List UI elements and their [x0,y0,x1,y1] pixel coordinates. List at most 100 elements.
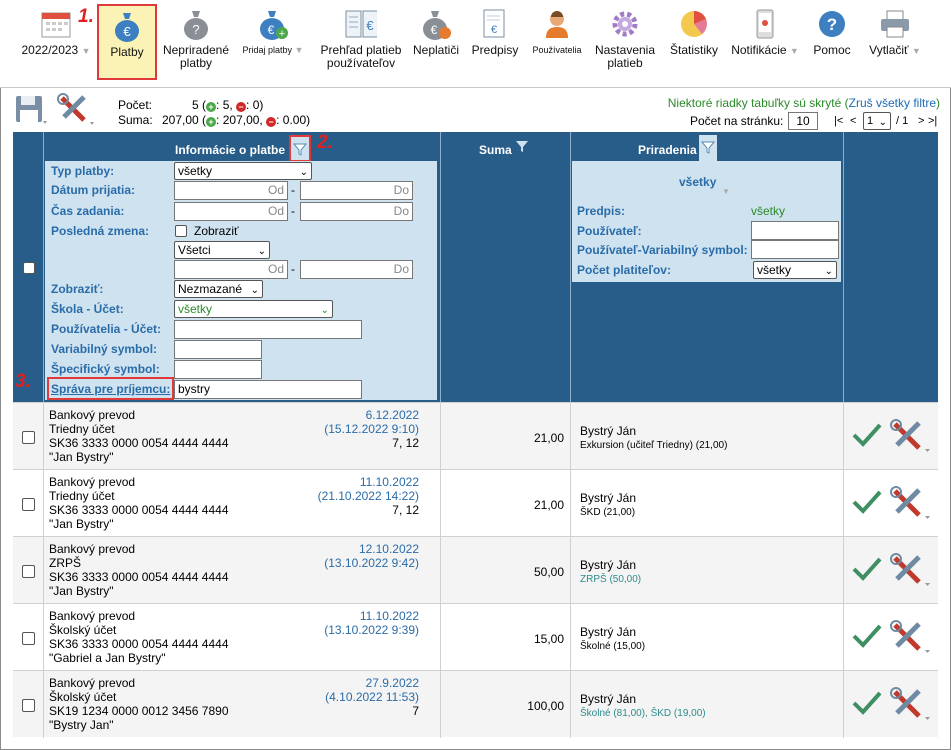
range-separator: - [291,262,295,276]
payment-entered: (13.10.2022 9:39) [324,623,419,637]
chevron-down-icon: ⌄ [299,167,308,178]
info-filter-toggle[interactable] [289,135,311,162]
checkmark-icon[interactable] [851,555,883,583]
show-last-change-checkbox[interactable] [175,225,187,237]
per-page-input[interactable]: 10 [788,112,818,130]
pie-chart-icon [678,8,710,40]
toolbar-nepriradene[interactable]: ? Nepriradené platby [160,8,232,70]
select-all-checkbox[interactable] [23,262,35,274]
checkmark-icon[interactable] [851,622,883,650]
row-checkbox[interactable] [22,699,35,712]
svg-text:€: € [366,18,374,33]
row-checkbox[interactable] [22,565,35,578]
tools-icon[interactable] [56,92,96,129]
toolbar-pomoc[interactable]: ? Pomoc [808,8,856,57]
assign-all-value[interactable]: všetky [679,175,716,189]
filter-date-label: Dátum prijatia: [51,183,136,197]
filter-school-value: všetky [178,302,213,316]
filter-message-input[interactable]: bystry [174,380,362,399]
filter-date-to[interactable]: Do [300,181,413,200]
assigned-detail: Exkursion (učiteľ Triedny) (21,00) [580,440,728,451]
page-first-button[interactable]: |< [834,115,843,127]
money-bag-clock-icon: € [420,8,452,40]
svg-text:€: € [268,23,275,37]
payments-table: Informácie o platbe 2. Suma Priradenia T… [13,132,938,747]
filter-time-to[interactable]: Do [300,202,413,221]
filter-user-select[interactable]: Všetci ⌄ [174,241,270,259]
toolbar-prehlad[interactable]: € Prehľad platieb používateľov [312,8,410,70]
filter-school-select[interactable]: všetky ⌄ [174,300,333,318]
phone-icon [749,8,781,40]
summary-bar: Počet: 5 (+: 5, −: 0) Suma: 207,00 (+: 2… [0,92,951,130]
checkmark-icon[interactable] [851,488,883,516]
toolbar-label: Používatelia [532,45,582,55]
filter-show-select[interactable]: Nezmazané ⌄ [174,280,263,298]
filter-change-from[interactable]: Od [174,260,288,279]
page-last-button[interactable]: >| [928,115,937,127]
row-checkbox[interactable] [22,431,35,444]
toolbar-neplatici[interactable]: € Neplatiči [410,8,462,57]
payment-iban: SK19 1234 0000 0012 3456 7890 [49,704,229,718]
filter-ss-input[interactable] [174,360,262,379]
toolbar-notifikacie[interactable]: Notifikácie ▼ [728,8,802,58]
toolbar-pridaj[interactable]: € + Pridaj platby ▼ [238,8,308,57]
filter-user-label: Používateľ: [577,224,642,238]
payment-date: 6.12.2022 [365,408,419,422]
filter-school-label: Škola - Účet: [51,302,124,316]
filter-payers-select[interactable]: všetky ⌄ [753,261,837,279]
column-assign-title: Priradenia [638,143,697,157]
page-prev-button[interactable]: < [850,115,856,127]
filter-users-account-input[interactable] [174,320,362,339]
toolbar-statistiky[interactable]: Štatistiky [666,8,722,57]
page-next-button[interactable]: > [918,115,924,127]
toolbar-pouzivatelia[interactable]: Používatelia [528,8,586,57]
count-label: Počet: [118,98,153,112]
svg-text:?: ? [192,22,199,37]
filter-vs-input[interactable] [174,340,262,359]
table-row: Bankový prevod Školský účet SK36 3333 00… [13,603,938,671]
range-separator: - [291,204,295,218]
tools-icon[interactable] [889,619,933,655]
payment-message: "Gabriel a Jan Bystry" [49,651,166,665]
assigned-detail: ZRPŠ (50,00) [580,574,642,585]
assigned-user: Bystrý Ján [580,491,637,505]
filter-type-select[interactable]: všetky ⌄ [174,162,312,180]
filter-date-from[interactable]: Od [174,181,288,200]
row-checkbox[interactable] [22,498,35,511]
tools-icon[interactable] [889,418,933,454]
plus-icon: + [206,102,217,112]
show-last-change-label: Zobraziť [194,224,239,238]
filter-last-change-label: Posledná zmena: [51,224,150,238]
assigned-user: Bystrý Ján [580,692,637,706]
count-value: 5 (+: 5, −: 0) [192,98,264,112]
toolbar-label: Pomoc [813,43,851,57]
checkmark-icon[interactable] [851,689,883,717]
reset-filters-link[interactable]: Zruš všetky filtre [849,96,936,110]
toolbar-platby[interactable]: € Platby [97,4,157,80]
filter-user-vs-input[interactable] [751,240,839,259]
row-checkbox[interactable] [22,632,35,645]
save-icon[interactable] [14,94,48,129]
toolbar-nastavenia[interactable]: Nastavenia platieb [590,8,660,70]
filter-change-to[interactable]: Do [300,260,413,279]
tools-icon[interactable] [889,686,933,722]
payment-account: Školský účet [49,623,117,637]
assign-filter-toggle[interactable] [699,135,717,162]
assigned-detail: ŠKD (21,00) [580,507,636,518]
toolbar-predpisy[interactable]: € Predpisy [468,8,522,57]
filter-type-label: Typ platby: [51,164,115,178]
toolbar-vytlacit[interactable]: Vytlačiť ▼ [862,8,928,58]
filter-show-value: Nezmazané [178,282,243,296]
payment-entered: (21.10.2022 14:22) [317,489,419,503]
checkmark-icon[interactable] [851,421,883,449]
page-select[interactable]: 1 ⌄ [863,112,891,130]
filter-prescription-value[interactable]: všetky [751,204,785,218]
svg-text:?: ? [827,15,837,34]
filter-time-from[interactable]: Od [174,202,288,221]
tools-icon[interactable] [889,552,933,588]
tools-icon[interactable] [889,485,933,521]
filter-user-input[interactable] [751,221,839,240]
table-row: Bankový prevod ZRPŠ SK36 3333 0000 0054 … [13,536,938,604]
variable-symbols: 7, 12 [392,503,419,517]
filter-icon[interactable] [515,139,529,153]
